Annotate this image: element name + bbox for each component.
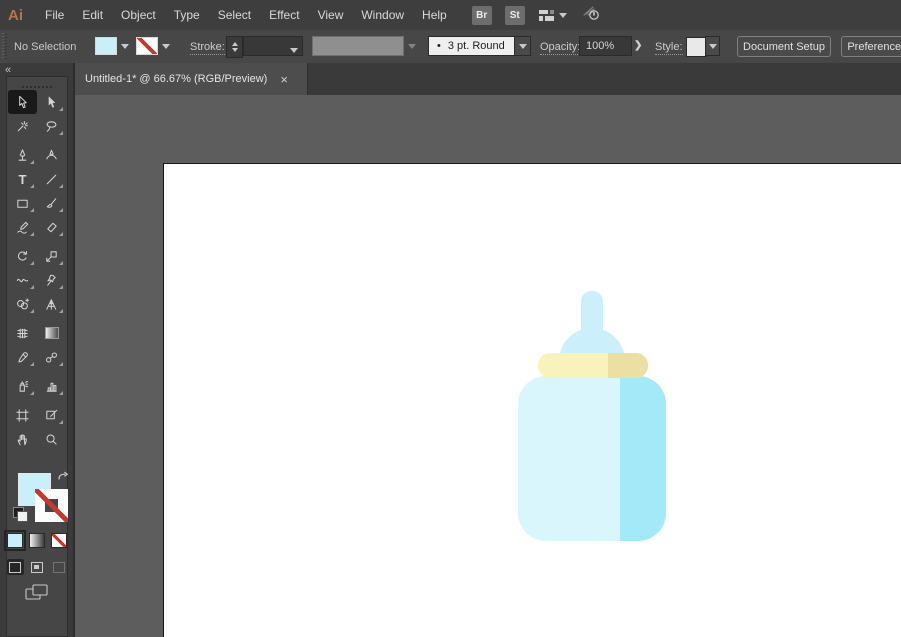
none-button[interactable] xyxy=(51,533,67,548)
artboard-tool[interactable] xyxy=(8,403,37,427)
scale-tool[interactable] xyxy=(37,244,66,268)
tab-close-icon[interactable]: × xyxy=(280,73,288,86)
tools-panel: « T xyxy=(0,63,75,637)
color-mode-row xyxy=(4,530,67,551)
paintbrush-tool[interactable] xyxy=(37,191,66,215)
eyedropper-tool[interactable] xyxy=(8,345,37,369)
draw-behind-button[interactable] xyxy=(29,559,46,575)
document-tab-bar: Untitled-1* @ 66.67% (RGB/Preview) × xyxy=(75,63,901,95)
stepper-down-icon[interactable] xyxy=(231,48,238,55)
default-fill-stroke-icon[interactable] xyxy=(13,507,28,522)
document-tab[interactable]: Untitled-1* @ 66.67% (RGB/Preview) × xyxy=(75,63,308,95)
illustrator-window: Ai File Edit Object Type Select Effect V… xyxy=(0,0,901,637)
stroke-color-dropdown[interactable] xyxy=(159,37,173,55)
mesh-tool[interactable] xyxy=(8,321,37,345)
opacity-input[interactable]: 100% xyxy=(579,36,632,56)
gradient-button[interactable] xyxy=(29,533,45,548)
preferences-button[interactable]: Preferences xyxy=(841,36,901,57)
gradient-chip-icon xyxy=(44,327,59,339)
menu-bar: Ai File Edit Object Type Select Effect V… xyxy=(0,0,901,31)
shaper-tool[interactable] xyxy=(8,215,37,239)
stock-button[interactable]: St xyxy=(504,5,525,25)
selection-status: No Selection xyxy=(14,41,77,53)
width-tool[interactable] xyxy=(8,268,37,292)
collapse-panel-button[interactable]: « xyxy=(5,64,11,76)
brush-definition-chevron xyxy=(405,37,419,55)
draw-normal-button[interactable] xyxy=(7,559,24,575)
symbol-sprayer-tool[interactable] xyxy=(8,374,37,398)
direct-selection-tool[interactable] xyxy=(37,90,66,114)
curvature-tool[interactable] xyxy=(37,143,66,167)
style-label[interactable]: Style: xyxy=(655,41,683,55)
artboard[interactable] xyxy=(163,163,901,637)
stroke-weight-stepper[interactable] xyxy=(226,36,243,58)
stroke-weight-label[interactable]: Stroke: xyxy=(190,41,225,55)
tool-grid: T xyxy=(7,88,67,451)
menu-help[interactable]: Help xyxy=(413,8,456,22)
zoom-tool[interactable] xyxy=(37,427,66,451)
type-tool[interactable]: T xyxy=(8,167,37,191)
color-button[interactable] xyxy=(4,530,26,551)
menu-select[interactable]: Select xyxy=(209,8,260,22)
brush-tip-icon: • xyxy=(437,40,441,52)
eraser-tool[interactable] xyxy=(37,215,66,239)
lasso-tool[interactable] xyxy=(37,114,66,138)
fill-color-dropdown[interactable] xyxy=(118,37,132,55)
document-setup-button[interactable]: Document Setup xyxy=(737,36,831,57)
tools-panel-body: T xyxy=(4,76,70,637)
none-slash-icon xyxy=(35,489,68,522)
menu-object[interactable]: Object xyxy=(112,8,165,22)
power-plugin-icon[interactable] xyxy=(580,3,602,28)
illustrator-logo: Ai xyxy=(8,6,23,24)
magic-wand-tool[interactable] xyxy=(8,114,37,138)
panel-drag-grip[interactable] xyxy=(7,77,67,88)
document-tab-title: Untitled-1* @ 66.67% (RGB/Preview) xyxy=(85,73,268,85)
swap-fill-stroke-icon[interactable] xyxy=(56,471,70,490)
line-segment-tool[interactable] xyxy=(37,167,66,191)
screen-mode-icon xyxy=(25,584,48,600)
rotate-tool[interactable] xyxy=(8,244,37,268)
bottle-body-shade[interactable] xyxy=(620,376,666,541)
slice-tool[interactable] xyxy=(37,403,66,427)
column-graph-tool[interactable] xyxy=(37,374,66,398)
opacity-label[interactable]: Opacity: xyxy=(540,41,581,55)
style-dropdown-button[interactable] xyxy=(705,36,720,56)
bridge-button[interactable]: Br xyxy=(471,5,492,25)
selection-tool[interactable] xyxy=(8,90,37,114)
puppet-warp-tool[interactable] xyxy=(37,268,66,292)
screen-mode-button[interactable] xyxy=(7,582,67,602)
menu-edit[interactable]: Edit xyxy=(73,8,112,22)
shape-builder-tool[interactable] xyxy=(8,292,37,316)
style-swatch[interactable] xyxy=(686,37,707,57)
stepper-up-icon[interactable] xyxy=(231,39,238,46)
stroke-weight-dropdown[interactable] xyxy=(243,36,303,56)
gradient-tool[interactable] xyxy=(37,321,66,345)
menu-window[interactable]: Window xyxy=(352,8,413,22)
fill-color-swatch[interactable] xyxy=(95,37,117,55)
perspective-grid-tool[interactable] xyxy=(37,292,66,316)
stroke-swatch-control[interactable] xyxy=(35,489,68,522)
canvas-area[interactable] xyxy=(75,95,901,637)
pen-tool[interactable] xyxy=(8,143,37,167)
opacity-submenu-arrow[interactable]: ❯ xyxy=(634,40,642,51)
blend-tool[interactable] xyxy=(37,345,66,369)
brush-definition-dropdown-disabled xyxy=(312,36,404,56)
draw-inside-button xyxy=(50,559,67,575)
stroke-color-swatch[interactable] xyxy=(136,37,158,55)
workspace-layout-icon xyxy=(538,9,554,21)
control-bar: No Selection Stroke: • 3 pt. Round Opaci… xyxy=(0,30,901,64)
bottle-cap-ring-shade[interactable] xyxy=(608,353,648,378)
menu-view[interactable]: View xyxy=(309,8,353,22)
menu-file[interactable]: File xyxy=(36,8,73,22)
rectangle-tool[interactable] xyxy=(8,191,37,215)
brush-dropdown-button[interactable] xyxy=(514,36,531,56)
menu-effect[interactable]: Effect xyxy=(260,8,308,22)
workspace-switcher[interactable] xyxy=(538,9,567,22)
menu-type[interactable]: Type xyxy=(165,8,209,22)
drawing-mode-row xyxy=(7,559,67,575)
chevron-down-icon xyxy=(558,12,567,22)
panel-grip[interactable] xyxy=(2,33,7,60)
hand-tool[interactable] xyxy=(8,427,37,451)
brush-definition-value[interactable]: • 3 pt. Round xyxy=(428,36,515,56)
